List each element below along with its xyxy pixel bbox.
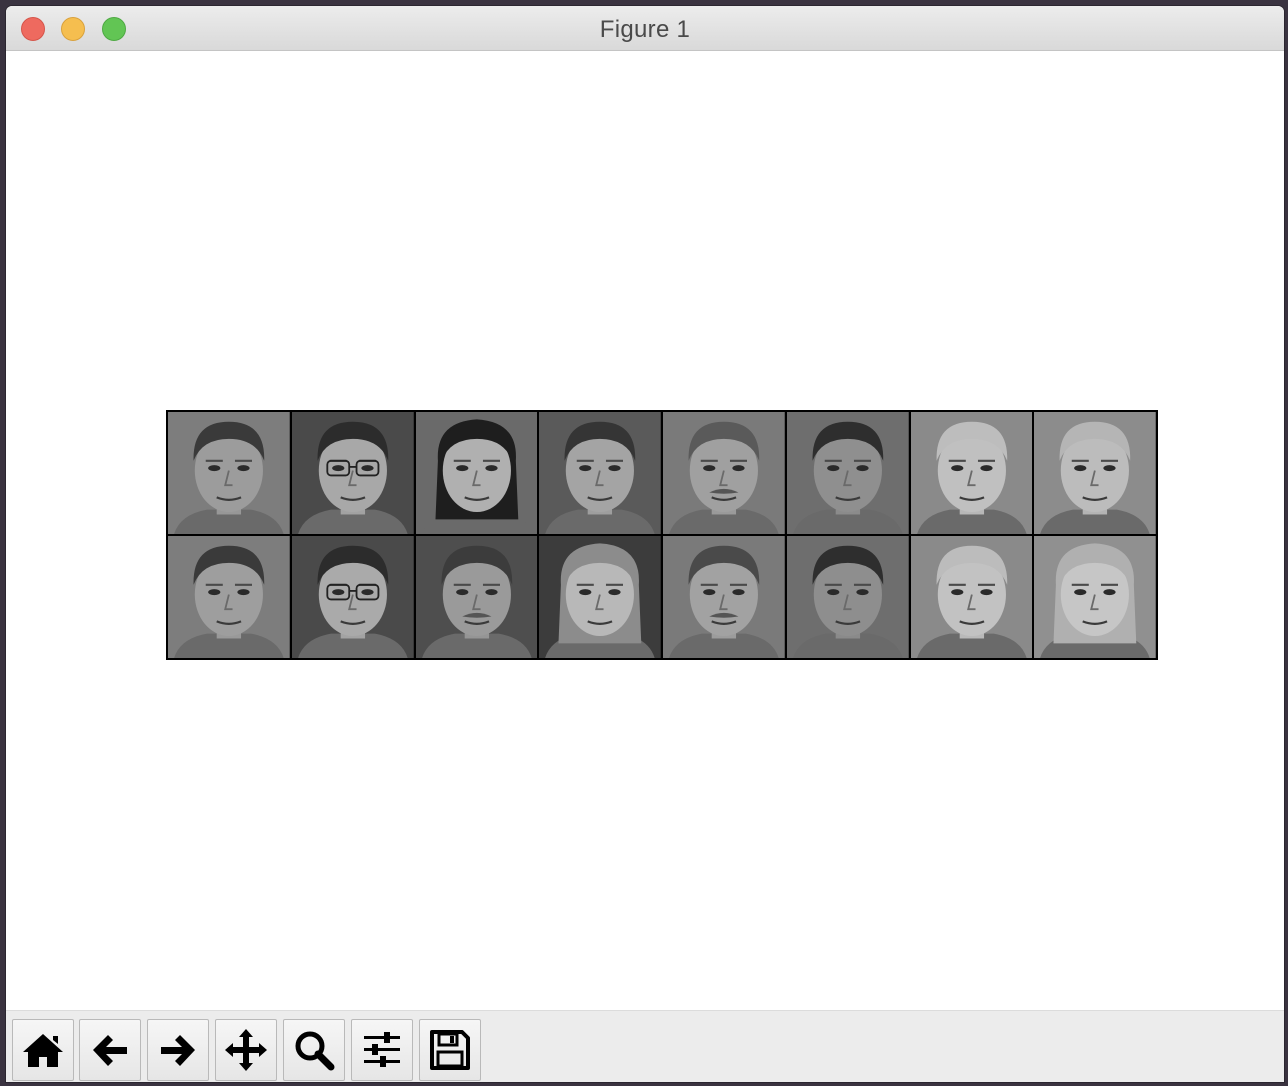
face-image bbox=[291, 412, 414, 534]
figure-canvas[interactable] bbox=[6, 51, 1284, 1010]
navigation-toolbar bbox=[6, 1010, 1284, 1082]
face-image bbox=[910, 536, 1033, 658]
title-bar[interactable]: Figure 1 bbox=[6, 6, 1284, 51]
face-image bbox=[786, 412, 909, 534]
zoom-button[interactable] bbox=[283, 1019, 345, 1081]
zoom-magnifier-icon bbox=[295, 1031, 335, 1071]
forward-arrow-icon bbox=[161, 1035, 195, 1066]
face-image bbox=[168, 536, 290, 658]
face-image-grid bbox=[166, 410, 1158, 660]
face-image bbox=[291, 536, 414, 658]
window-title: Figure 1 bbox=[599, 16, 691, 43]
face-image bbox=[168, 412, 290, 534]
configure-subplots-button[interactable] bbox=[351, 1019, 413, 1081]
home-button[interactable] bbox=[12, 1019, 74, 1081]
face-image bbox=[1034, 412, 1156, 534]
configure-subplots-icon bbox=[364, 1032, 400, 1067]
face-image bbox=[786, 536, 909, 658]
figure-window: Figure 1 bbox=[6, 6, 1284, 1082]
face-image bbox=[539, 412, 661, 534]
face-image bbox=[663, 412, 785, 534]
save-button[interactable] bbox=[419, 1019, 481, 1081]
home-icon bbox=[23, 1034, 63, 1067]
face-image bbox=[415, 536, 538, 658]
back-button[interactable] bbox=[79, 1019, 141, 1081]
face-image bbox=[663, 536, 785, 658]
face-image bbox=[539, 536, 661, 658]
face-image bbox=[415, 412, 538, 534]
back-arrow-icon bbox=[93, 1035, 127, 1066]
face-image bbox=[910, 412, 1033, 534]
face-image bbox=[1034, 536, 1156, 658]
save-floppy-icon bbox=[430, 1030, 470, 1070]
forward-button[interactable] bbox=[147, 1019, 209, 1081]
pan-move-icon bbox=[225, 1029, 267, 1071]
pan-button[interactable] bbox=[215, 1019, 277, 1081]
